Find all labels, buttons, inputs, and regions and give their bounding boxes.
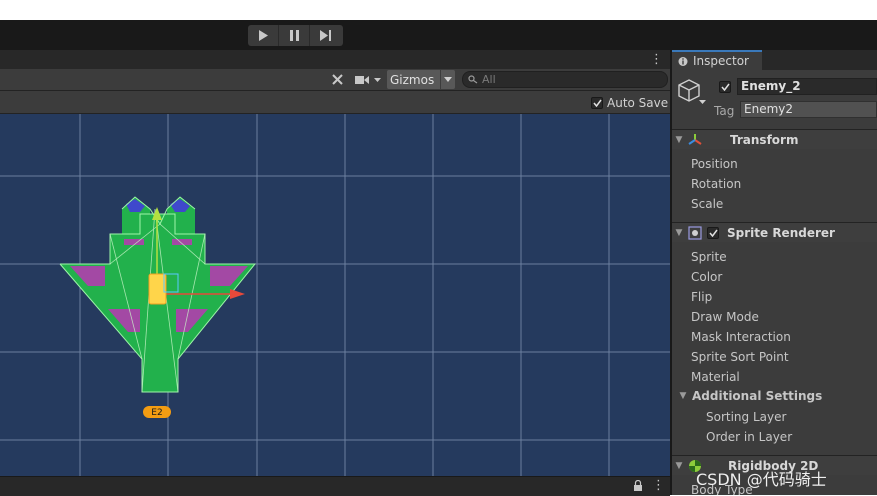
- component-header-transform[interactable]: ▼ Transform: [672, 129, 877, 149]
- prefab-mode-bar: [0, 91, 670, 114]
- scene-more-icon[interactable]: ⋮: [650, 51, 663, 68]
- tools-button[interactable]: [326, 70, 348, 89]
- transform-icon: [688, 133, 702, 145]
- prop-rotation: Rotation: [691, 177, 742, 191]
- camera-button[interactable]: [352, 70, 384, 89]
- step-icon: [320, 30, 331, 41]
- component-title: Transform: [730, 132, 799, 147]
- scene-search-input[interactable]: All: [462, 71, 668, 88]
- prop-position: Position: [691, 157, 738, 171]
- auto-save-label: Auto Save: [607, 96, 669, 110]
- search-placeholder: All: [482, 73, 496, 86]
- component-header-sprite-renderer[interactable]: ▼ Sprite Renderer: [672, 222, 877, 242]
- foldout-icon[interactable]: ▼: [676, 391, 690, 401]
- prop-sorting-layer: Sorting Layer: [706, 410, 787, 424]
- window-top-strip: [0, 0, 877, 20]
- watermark: CSDN @代码骑士: [696, 470, 827, 489]
- prop-draw-mode: Draw Mode: [691, 310, 759, 324]
- camera-icon: [355, 75, 381, 84]
- prop-material: Material: [691, 370, 740, 384]
- play-button[interactable]: [248, 25, 279, 46]
- gizmos-dropdown[interactable]: Gizmos: [387, 70, 455, 89]
- scene-canvas[interactable]: E2: [0, 114, 670, 476]
- checkbox-icon[interactable]: [591, 97, 603, 109]
- tag-dropdown[interactable]: Enemy2: [740, 101, 877, 118]
- foldout-icon[interactable]: ▼: [672, 461, 686, 471]
- additional-settings-foldout[interactable]: ▼ Additional Settings: [676, 389, 823, 403]
- object-active-checkbox[interactable]: [719, 81, 731, 93]
- sprite-renderer-icon: [688, 225, 702, 240]
- tag-label: Tag: [714, 104, 735, 118]
- foldout-icon[interactable]: ▼: [672, 135, 686, 145]
- gameobject-icon[interactable]: [678, 78, 710, 108]
- pause-icon: [289, 30, 299, 41]
- scene-viewport[interactable]: E2: [0, 114, 670, 476]
- play-icon: [259, 30, 268, 41]
- prop-color: Color: [691, 270, 723, 284]
- prop-scale: Scale: [691, 197, 724, 211]
- bottom-status-bar: ⋮: [0, 476, 670, 496]
- info-icon: [678, 56, 688, 66]
- tools-icon: [331, 74, 343, 85]
- foldout-icon[interactable]: ▼: [672, 228, 686, 238]
- prop-mask-interaction: Mask Interaction: [691, 330, 791, 344]
- prop-order-in-layer: Order in Layer: [706, 430, 793, 444]
- gizmos-label: Gizmos: [390, 72, 435, 87]
- component-title: Sprite Renderer: [727, 225, 835, 240]
- object-label: E2: [151, 408, 162, 418]
- search-icon: [468, 75, 478, 84]
- lock-icon[interactable]: [633, 480, 643, 492]
- prop-flip: Flip: [691, 290, 713, 304]
- object-name-field[interactable]: Enemy_2: [737, 78, 877, 95]
- prop-sprite-sort-point: Sprite Sort Point: [691, 350, 789, 364]
- scene-tab-bar: [0, 50, 670, 69]
- tab-inspector-label: Inspector: [693, 54, 749, 68]
- main-toolbar: [0, 20, 877, 50]
- step-button[interactable]: [310, 25, 341, 46]
- additional-settings-label: Additional Settings: [692, 389, 823, 403]
- component-enabled-checkbox[interactable]: [707, 226, 719, 239]
- play-controls: [248, 25, 343, 46]
- chevron-down-icon[interactable]: [440, 70, 455, 89]
- inspector-panel: Inspector Enemy_2 Tag Enemy2 ▼ Transform…: [672, 50, 877, 495]
- pause-button[interactable]: [279, 25, 310, 46]
- auto-save-toggle[interactable]: Auto Save: [591, 96, 668, 110]
- tab-inspector[interactable]: Inspector: [672, 50, 762, 70]
- bottom-more-icon[interactable]: ⋮: [652, 478, 665, 493]
- prop-sprite: Sprite: [691, 250, 727, 264]
